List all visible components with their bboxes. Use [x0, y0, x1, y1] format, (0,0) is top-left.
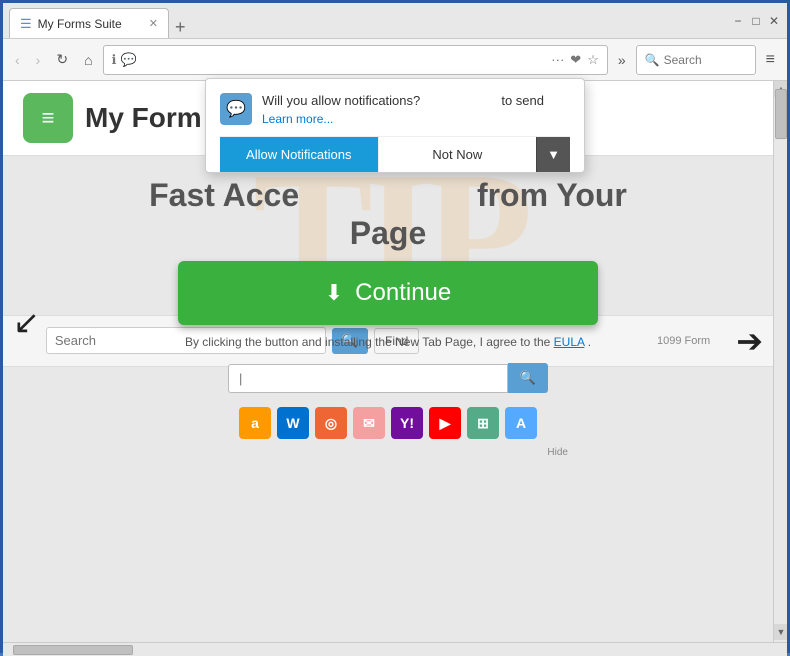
hero-title-line1: Fast Acce from Your [149, 177, 627, 213]
pocket-icon: ❤ [570, 52, 581, 68]
popup-chat-icon: 💬 [220, 93, 252, 125]
tab-close-btn[interactable]: ✕ [149, 17, 158, 30]
search-input[interactable] [664, 53, 744, 67]
chat-icon: 💬 [121, 52, 137, 68]
shortcut-walmart[interactable]: W [277, 407, 309, 439]
not-now-button[interactable]: Not Now [378, 137, 537, 172]
title-bar: ☰ My Forms Suite ✕ + − □ ✕ [3, 3, 787, 39]
search-magnifier-icon: 🔍 [645, 53, 660, 67]
window-controls: − □ ✕ [731, 14, 781, 28]
learn-more-link[interactable]: Learn more... [262, 112, 570, 126]
hero-title-line2: Page [350, 215, 426, 251]
install-search-input[interactable] [228, 364, 508, 393]
maximize-button[interactable]: □ [749, 14, 763, 28]
shortcut-amazon[interactable]: a [239, 407, 271, 439]
popup-header: 💬 Will you allow notifications? Learn mo… [220, 93, 570, 126]
tab-area: ☰ My Forms Suite ✕ + [9, 3, 727, 38]
address-bar[interactable]: ℹ 💬 ··· ❤ ☆ [103, 45, 608, 75]
refresh-button[interactable]: ↻ [50, 47, 74, 72]
back-button[interactable]: ‹ [9, 48, 26, 72]
chat-bubble-icon: 💬 [226, 99, 246, 119]
eula-link[interactable]: EULA [554, 335, 585, 349]
shortcut-yahoo[interactable]: Y! [391, 407, 423, 439]
hero-title: Fast Acce from Your Page [23, 176, 753, 253]
more-options-icon[interactable]: ··· [551, 52, 564, 68]
shortcut-gmail[interactable]: ✉ [353, 407, 385, 439]
hide-label[interactable]: Hide [178, 447, 568, 458]
shortcut-youtube[interactable]: ▶ [429, 407, 461, 439]
horizontal-scrollbar[interactable] [3, 642, 787, 656]
allow-notifications-button[interactable]: Allow Notifications [220, 137, 378, 172]
download-icon: ⬇ [325, 280, 343, 306]
continue-overlay: ⬇ Continue By clicking the button and in… [178, 261, 598, 458]
address-action-icons: ··· ❤ ☆ [551, 52, 599, 68]
icon-shortcuts: aW◎✉Y!▶⊞A [178, 407, 598, 439]
home-button[interactable]: ⌂ [78, 48, 98, 72]
notifications-dropdown-button[interactable]: ▼ [536, 137, 570, 172]
search-box[interactable]: 🔍 [636, 45, 756, 75]
continue-label: Continue [355, 279, 451, 307]
install-search-bar: 🔍 [228, 363, 548, 393]
popup-to-send: to send [501, 93, 544, 108]
shortcut-app[interactable]: A [505, 407, 537, 439]
scrollbar-thumb[interactable] [775, 89, 787, 139]
arrow-right-icon: ➔ [736, 322, 763, 360]
site-title: My Form [85, 102, 202, 134]
logo-icon: ≡ [42, 105, 55, 131]
shortcut-target[interactable]: ◎ [315, 407, 347, 439]
scroll-down-arrow[interactable]: ▼ [774, 624, 787, 640]
forward-button[interactable]: › [30, 48, 47, 72]
tab-title: My Forms Suite [38, 17, 122, 31]
popup-actions: Allow Notifications Not Now ▼ [220, 136, 570, 172]
address-security-icons: ℹ 💬 [112, 52, 137, 68]
arrow-left-icon: ↙ [13, 303, 40, 341]
close-window-button[interactable]: ✕ [767, 14, 781, 28]
install-search-button[interactable]: 🔍 [508, 363, 548, 393]
info-icon: ℹ [112, 52, 117, 68]
minimize-button[interactable]: − [731, 14, 745, 28]
eula-text: By clicking the button and installing th… [178, 335, 598, 349]
form-badge: 1099 Form [657, 335, 710, 347]
bookmark-icon[interactable]: ☆ [587, 52, 599, 68]
tab-favicon: ☰ [20, 16, 32, 32]
notification-popup: 💬 Will you allow notifications? Learn mo… [205, 78, 585, 173]
h-scrollbar-thumb[interactable] [13, 645, 133, 655]
active-tab[interactable]: ☰ My Forms Suite ✕ [9, 8, 169, 38]
new-tab-button[interactable]: + [169, 17, 192, 38]
nav-menu-button[interactable]: ≡ [760, 47, 781, 73]
shortcut-bank[interactable]: ⊞ [467, 407, 499, 439]
continue-button[interactable]: ⬇ Continue [178, 261, 598, 325]
site-logo: ≡ [23, 93, 73, 143]
vertical-scrollbar[interactable]: ▲ ▼ [773, 81, 787, 656]
nav-bar: ‹ › ↻ ⌂ ℹ 💬 ··· ❤ ☆ » 🔍 ≡ [3, 39, 787, 81]
overflow-button[interactable]: » [612, 48, 632, 72]
